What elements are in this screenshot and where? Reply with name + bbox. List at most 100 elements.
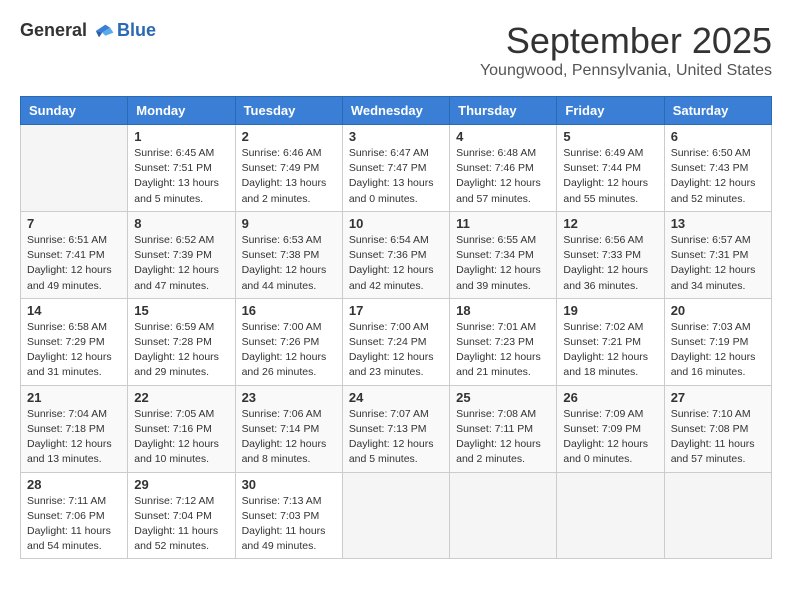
day-number: 7 (27, 216, 121, 231)
day-info: Sunrise: 7:03 AMSunset: 7:19 PMDaylight:… (671, 320, 765, 381)
day-info: Sunrise: 7:05 AMSunset: 7:16 PMDaylight:… (134, 407, 228, 468)
day-number: 29 (134, 477, 228, 492)
day-number: 19 (563, 303, 657, 318)
day-info: Sunrise: 6:54 AMSunset: 7:36 PMDaylight:… (349, 233, 443, 294)
calendar-week-row: 28 Sunrise: 7:11 AMSunset: 7:06 PMDayligh… (21, 472, 772, 559)
day-number: 4 (456, 129, 550, 144)
calendar-cell (21, 125, 128, 212)
calendar-cell: 23Sunrise: 7:06 AMSunset: 7:14 PMDayligh… (235, 385, 342, 472)
logo-blue-text: Blue (117, 20, 156, 41)
day-info: Sunrise: 6:50 AMSunset: 7:43 PMDaylight:… (671, 146, 765, 207)
day-header-thursday: Thursday (450, 97, 557, 125)
calendar-cell: 12Sunrise: 6:56 AMSunset: 7:33 PMDayligh… (557, 211, 664, 298)
calendar-cell (450, 472, 557, 559)
day-number: 3 (349, 129, 443, 144)
calendar-cell: 30 Sunrise: 7:13 AMSunset: 7:03 PMDayligh… (235, 472, 342, 559)
calendar-cell: 27 Sunrise: 7:10 AMSunset: 7:08 PMDayligh… (664, 385, 771, 472)
day-number: 26 (563, 390, 657, 405)
calendar-cell: 17 Sunrise: 7:00 AMSunset: 7:24 PMDayligh… (342, 298, 449, 385)
day-info: Sunrise: 6:49 AMSunset: 7:44 PMDaylight:… (563, 146, 657, 207)
month-title: September 2025 (480, 20, 772, 62)
day-number: 17 (349, 303, 443, 318)
calendar-cell: 24 Sunrise: 7:07 AMSunset: 7:13 PMDayligh… (342, 385, 449, 472)
day-info: Sunrise: 7:11 AMSunset: 7:06 PMDaylight:… (27, 494, 121, 555)
day-number: 5 (563, 129, 657, 144)
day-number: 10 (349, 216, 443, 231)
day-info: Sunrise: 7:09 AMSunset: 7:09 PMDaylight:… (563, 407, 657, 468)
day-info: Sunrise: 6:52 AMSunset: 7:39 PMDaylight:… (134, 233, 228, 294)
day-number: 8 (134, 216, 228, 231)
calendar-cell: 19 Sunrise: 7:02 AMSunset: 7:21 PMDayligh… (557, 298, 664, 385)
day-header-friday: Friday (557, 97, 664, 125)
day-info: Sunrise: 6:48 AMSunset: 7:46 PMDaylight:… (456, 146, 550, 207)
calendar-cell: 11Sunrise: 6:55 AMSunset: 7:34 PMDayligh… (450, 211, 557, 298)
location-subtitle: Youngwood, Pennsylvania, United States (480, 62, 772, 80)
day-number: 30 (242, 477, 336, 492)
day-number: 24 (349, 390, 443, 405)
logo: General Blue (20, 20, 156, 41)
day-info: Sunrise: 6:59 AMSunset: 7:28 PMDaylight:… (134, 320, 228, 381)
calendar-cell: 20Sunrise: 7:03 AMSunset: 7:19 PMDayligh… (664, 298, 771, 385)
day-number: 27 (671, 390, 765, 405)
calendar-cell: 25Sunrise: 7:08 AMSunset: 7:11 PMDayligh… (450, 385, 557, 472)
title-block: September 2025 Youngwood, Pennsylvania, … (480, 20, 772, 80)
calendar-week-row: 21 Sunrise: 7:04 AMSunset: 7:18 PMDayligh… (21, 385, 772, 472)
calendar-header-row: SundayMondayTuesdayWednesdayThursdayFrid… (21, 97, 772, 125)
day-info: Sunrise: 6:46 AMSunset: 7:49 PMDaylight:… (242, 146, 336, 207)
day-number: 21 (27, 390, 121, 405)
day-info: Sunrise: 6:58 AMSunset: 7:29 PMDaylight:… (27, 320, 121, 381)
calendar-cell: 6 Sunrise: 6:50 AMSunset: 7:43 PMDaylight… (664, 125, 771, 212)
day-info: Sunrise: 6:51 AMSunset: 7:41 PMDaylight:… (27, 233, 121, 294)
calendar-cell: 29 Sunrise: 7:12 AMSunset: 7:04 PMDayligh… (128, 472, 235, 559)
day-info: Sunrise: 6:47 AMSunset: 7:47 PMDaylight:… (349, 146, 443, 207)
day-number: 18 (456, 303, 550, 318)
day-info: Sunrise: 7:07 AMSunset: 7:13 PMDaylight:… (349, 407, 443, 468)
day-number: 9 (242, 216, 336, 231)
calendar-cell: 22Sunrise: 7:05 AMSunset: 7:16 PMDayligh… (128, 385, 235, 472)
day-number: 25 (456, 390, 550, 405)
day-header-saturday: Saturday (664, 97, 771, 125)
day-number: 13 (671, 216, 765, 231)
day-info: Sunrise: 7:00 AMSunset: 7:24 PMDaylight:… (349, 320, 443, 381)
page-header: General Blue September 2025 Youngwood, P… (20, 20, 772, 80)
calendar-week-row: 7 Sunrise: 6:51 AMSunset: 7:41 PMDaylight… (21, 211, 772, 298)
calendar-cell: 2 Sunrise: 6:46 AMSunset: 7:49 PMDaylight… (235, 125, 342, 212)
day-header-monday: Monday (128, 97, 235, 125)
day-info: Sunrise: 7:10 AMSunset: 7:08 PMDaylight:… (671, 407, 765, 468)
day-info: Sunrise: 7:13 AMSunset: 7:03 PMDaylight:… (242, 494, 336, 555)
calendar-cell: 18 Sunrise: 7:01 AMSunset: 7:23 PMDayligh… (450, 298, 557, 385)
calendar-week-row: 1Sunrise: 6:45 AMSunset: 7:51 PMDaylight… (21, 125, 772, 212)
day-number: 12 (563, 216, 657, 231)
calendar-cell: 28 Sunrise: 7:11 AMSunset: 7:06 PMDayligh… (21, 472, 128, 559)
day-info: Sunrise: 7:12 AMSunset: 7:04 PMDaylight:… (134, 494, 228, 555)
calendar-cell: 4 Sunrise: 6:48 AMSunset: 7:46 PMDaylight… (450, 125, 557, 212)
day-number: 16 (242, 303, 336, 318)
day-header-tuesday: Tuesday (235, 97, 342, 125)
day-info: Sunrise: 7:01 AMSunset: 7:23 PMDaylight:… (456, 320, 550, 381)
day-header-sunday: Sunday (21, 97, 128, 125)
day-number: 11 (456, 216, 550, 231)
day-number: 28 (27, 477, 121, 492)
calendar-cell: 9Sunrise: 6:53 AMSunset: 7:38 PMDaylight… (235, 211, 342, 298)
calendar-cell: 5 Sunrise: 6:49 AMSunset: 7:44 PMDaylight… (557, 125, 664, 212)
calendar-cell: 10 Sunrise: 6:54 AMSunset: 7:36 PMDayligh… (342, 211, 449, 298)
calendar-cell: 16 Sunrise: 7:00 AMSunset: 7:26 PMDayligh… (235, 298, 342, 385)
calendar-cell: 21 Sunrise: 7:04 AMSunset: 7:18 PMDayligh… (21, 385, 128, 472)
day-info: Sunrise: 7:06 AMSunset: 7:14 PMDaylight:… (242, 407, 336, 468)
calendar-cell: 7 Sunrise: 6:51 AMSunset: 7:41 PMDaylight… (21, 211, 128, 298)
day-number: 6 (671, 129, 765, 144)
day-info: Sunrise: 7:00 AMSunset: 7:26 PMDaylight:… (242, 320, 336, 381)
day-number: 2 (242, 129, 336, 144)
day-info: Sunrise: 7:02 AMSunset: 7:21 PMDaylight:… (563, 320, 657, 381)
calendar-cell (664, 472, 771, 559)
logo-general-text: General (20, 20, 87, 41)
day-header-wednesday: Wednesday (342, 97, 449, 125)
calendar-cell (557, 472, 664, 559)
calendar-cell: 1Sunrise: 6:45 AMSunset: 7:51 PMDaylight… (128, 125, 235, 212)
day-number: 15 (134, 303, 228, 318)
day-number: 14 (27, 303, 121, 318)
day-info: Sunrise: 7:04 AMSunset: 7:18 PMDaylight:… (27, 407, 121, 468)
calendar-cell: 8 Sunrise: 6:52 AMSunset: 7:39 PMDaylight… (128, 211, 235, 298)
day-info: Sunrise: 6:45 AMSunset: 7:51 PMDaylight:… (134, 146, 228, 207)
calendar-cell: 13Sunrise: 6:57 AMSunset: 7:31 PMDayligh… (664, 211, 771, 298)
